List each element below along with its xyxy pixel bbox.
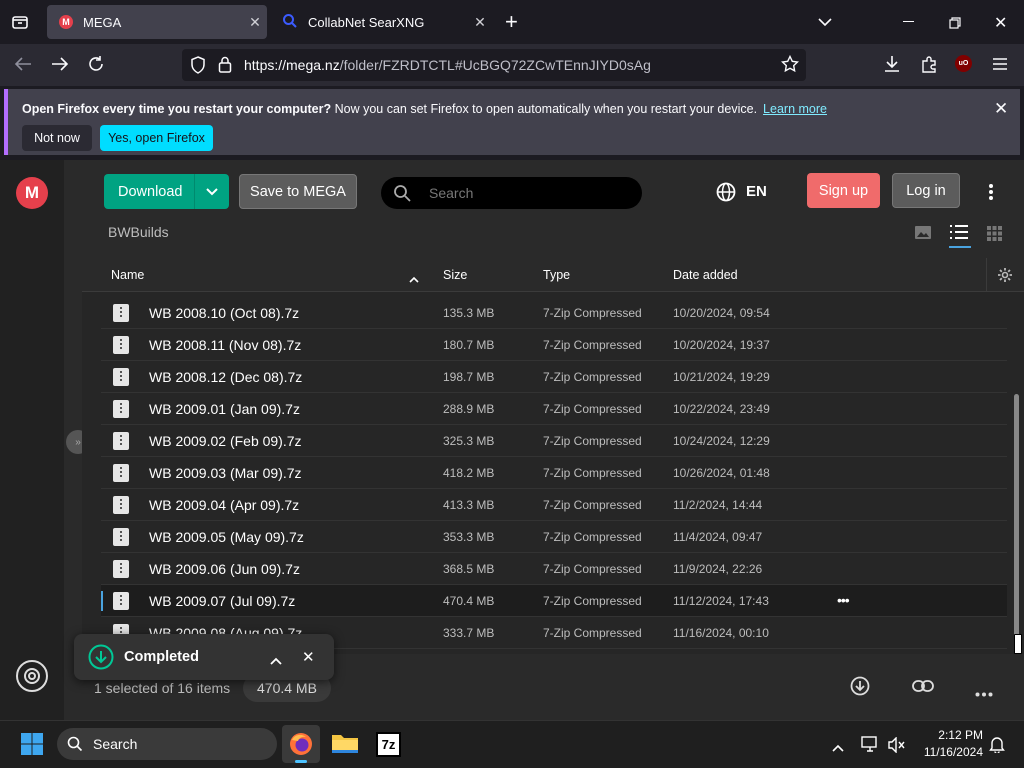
table-row-selected[interactable]: WB 2009.07 (Jul 09).7z 470.4 MB 7-Zip Comp…: [101, 585, 1007, 617]
file-type: 7-Zip Compressed: [543, 306, 642, 320]
table-row[interactable]: WB 2009.01 (Jan 09).7z 288.9 MB 7-Zip Comp…: [101, 393, 1007, 425]
zip-file-icon: [113, 304, 129, 322]
file-size: 470.4 MB: [443, 594, 495, 608]
file-date: 10/24/2024, 12:29: [673, 434, 770, 448]
file-type: 7-Zip Compressed: [543, 370, 642, 384]
zip-file-icon: [113, 432, 129, 450]
file-name: WB 2009.03 (Mar 09).7z: [149, 465, 302, 481]
file-date: 10/26/2024, 01:48: [673, 466, 770, 480]
footer-more-options-icon[interactable]: [975, 684, 993, 702]
file-date: 11/9/2024, 22:26: [673, 562, 763, 576]
table-row[interactable]: WB 2008.12 (Dec 08).7z 198.7 MB 7-Zip Comp…: [101, 361, 1007, 393]
file-name: WB 2009.07 (Jul 09).7z: [149, 593, 296, 609]
file-date: 11/12/2024, 17:43: [673, 594, 769, 608]
toast-label: Completed: [124, 649, 199, 665]
file-type: 7-Zip Compressed: [543, 466, 642, 480]
file-size: 325.3 MB: [443, 434, 495, 448]
notifications-bell-icon[interactable]: [989, 736, 1005, 758]
file-explorer-taskbar-icon[interactable]: [331, 731, 359, 760]
taskbar-date[interactable]: 11/16/2024: [917, 745, 983, 759]
transfer-toast: Completed ✕: [74, 634, 334, 680]
table-row[interactable]: WB 2008.10 (Oct 08).7z 135.3 MB 7-Zip Comp…: [101, 297, 1007, 329]
network-icon[interactable]: [861, 736, 879, 757]
toast-expand-icon[interactable]: [270, 652, 282, 670]
file-date: 10/20/2024, 19:37: [673, 338, 770, 352]
zip-file-icon: [113, 560, 129, 578]
table-row[interactable]: WB 2009.05 (May 09).7z 353.3 MB 7-Zip Comp…: [101, 521, 1007, 553]
file-type: 7-Zip Compressed: [543, 338, 642, 352]
file-name: WB 2008.11 (Nov 08).7z: [149, 337, 302, 353]
file-type: 7-Zip Compressed: [543, 626, 642, 640]
volume-muted-icon[interactable]: [888, 736, 906, 758]
file-size: 413.3 MB: [443, 498, 495, 512]
taskbar-time[interactable]: 2:12 PM: [935, 728, 983, 742]
table-row[interactable]: WB 2009.04 (Apr 09).7z 413.3 MB 7-Zip Comp…: [101, 489, 1007, 521]
zip-file-icon: [113, 592, 129, 610]
file-date: 11/4/2024, 09:47: [673, 530, 763, 544]
file-name: WB 2008.12 (Dec 08).7z: [149, 369, 303, 385]
file-name: WB 2009.02 (Feb 09).7z: [149, 433, 302, 449]
toast-close-icon[interactable]: ✕: [302, 648, 315, 666]
scrollbar-thumb[interactable]: [1014, 394, 1019, 650]
file-date: 10/22/2024, 23:49: [673, 402, 770, 416]
table-row[interactable]: WB 2009.02 (Feb 09).7z 325.3 MB 7-Zip Comp…: [101, 425, 1007, 457]
completed-download-icon: [88, 644, 114, 675]
file-size: 333.7 MB: [443, 626, 495, 640]
row-more-options-icon[interactable]: •••: [837, 592, 850, 608]
firefox-taskbar-icon[interactable]: [282, 725, 320, 763]
file-type: 7-Zip Compressed: [543, 530, 642, 544]
taskbar-search-placeholder: Search: [93, 736, 138, 752]
zip-file-icon: [113, 400, 129, 418]
table-row[interactable]: WB 2009.06 (Jun 09).7z 368.5 MB 7-Zip Comp…: [101, 553, 1007, 585]
file-name: WB 2009.01 (Jan 09).7z: [149, 401, 300, 417]
file-type: 7-Zip Compressed: [543, 562, 642, 576]
zip-file-icon: [113, 368, 129, 386]
zip-file-icon: [113, 528, 129, 546]
file-name: WB 2008.10 (Oct 08).7z: [149, 305, 300, 321]
active-app-indicator: [295, 760, 307, 763]
taskbar-search-box[interactable]: Search: [57, 728, 277, 760]
file-date: 10/20/2024, 09:54: [673, 306, 770, 320]
zip-file-icon: [113, 336, 129, 354]
file-type: 7-Zip Compressed: [543, 402, 642, 416]
file-name: WB 2009.04 (Apr 09).7z: [149, 497, 300, 513]
file-type: 7-Zip Compressed: [543, 434, 642, 448]
footer-link-icon[interactable]: [912, 679, 934, 698]
table-row[interactable]: WB 2008.11 (Nov 08).7z 180.7 MB 7-Zip Comp…: [101, 329, 1007, 361]
file-size: 135.3 MB: [443, 306, 495, 320]
file-size: 368.5 MB: [443, 562, 495, 576]
file-size: 353.3 MB: [443, 530, 495, 544]
show-hidden-icons-chevron-icon[interactable]: [832, 739, 844, 757]
file-size: 418.2 MB: [443, 466, 495, 480]
windows-start-icon[interactable]: [20, 732, 44, 761]
file-name: WB 2009.06 (Jun 09).7z: [149, 561, 300, 577]
footer-download-icon[interactable]: [850, 676, 870, 701]
table-row[interactable]: WB 2009.03 (Mar 09).7z 418.2 MB 7-Zip Comp…: [101, 457, 1007, 489]
file-type: 7-Zip Compressed: [543, 594, 642, 608]
file-name: WB 2009.05 (May 09).7z: [149, 529, 304, 545]
file-size: 180.7 MB: [443, 338, 495, 352]
file-list-scrollbar[interactable]: [1012, 296, 1020, 652]
zip-file-icon: [113, 496, 129, 514]
file-list: WB 2008.10 (Oct 08).7z 135.3 MB 7-Zip Comp…: [0, 0, 1024, 654]
zip-file-icon: [113, 464, 129, 482]
taskbar-search-icon: [67, 736, 83, 757]
mouse-cursor-icon: [1014, 634, 1022, 654]
file-type: 7-Zip Compressed: [543, 498, 642, 512]
7zip-taskbar-icon[interactable]: 7z: [376, 732, 401, 757]
file-date: 11/2/2024, 14:44: [673, 498, 763, 512]
mega-help-icon[interactable]: [16, 660, 48, 692]
file-date: 10/21/2024, 19:29: [673, 370, 770, 384]
file-date: 11/16/2024, 00:10: [673, 626, 769, 640]
file-size: 288.9 MB: [443, 402, 495, 416]
selection-count: 1 selected of 16 items: [94, 680, 231, 696]
file-size: 198.7 MB: [443, 370, 495, 384]
